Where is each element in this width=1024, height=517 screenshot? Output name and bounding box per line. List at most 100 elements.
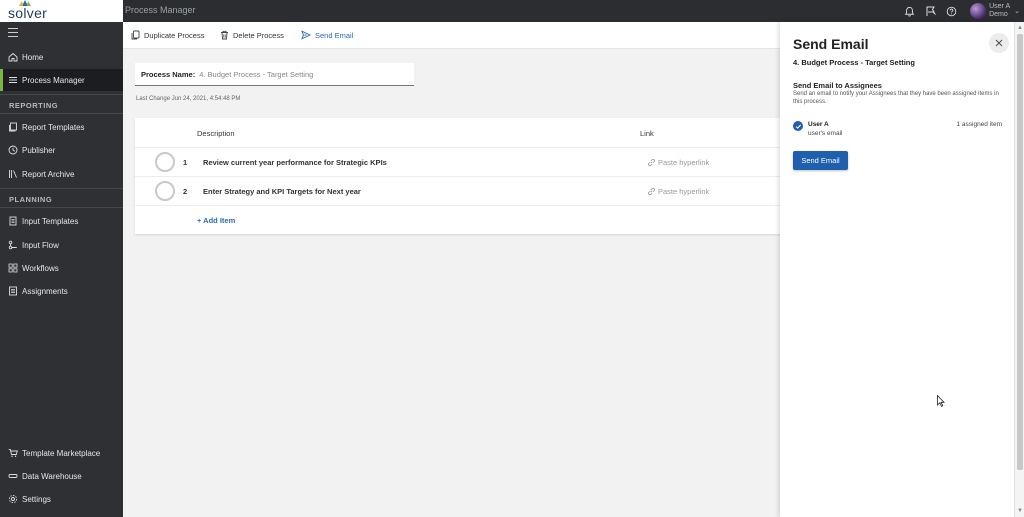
sidebar-item-template-marketplace[interactable]: Template Marketplace [0,442,123,464]
header-icons: User A Demo ⌄ [903,0,1020,22]
sidebar-item-assignments[interactable]: Assignments [0,280,123,302]
sidebar-item-label: Input Templates [22,216,79,226]
sidebar-item-input-templates[interactable]: Input Templates [0,210,123,232]
send-email-submit-button[interactable]: Send Email [793,151,848,170]
send-email-label: Send Email [315,30,354,40]
hyperlink-placeholder: Paste hyperlink [658,187,710,196]
home-icon [8,52,18,62]
assignee-name: User A [808,121,829,128]
assignee-email: user's email [808,130,843,137]
last-change-timestamp: Last Change Jun 24, 2021, 4:54:48 PM [136,96,241,102]
sidebar-item-process-manager[interactable]: Process Manager [0,69,123,91]
assigned-item-count: 1 assigned item [956,121,1002,128]
sidebar-item-label: Home [22,52,44,62]
checklist-icon [8,286,18,296]
trash-icon [221,30,228,40]
gear-icon [8,494,18,504]
sidebar-item-report-archive[interactable]: Report Archive [0,163,123,185]
section-description: Send an email to notify your Assignees t… [793,91,999,105]
link-icon [648,158,655,167]
clock-icon [8,145,18,155]
sidebar-item-home[interactable]: Home [0,46,123,68]
delete-process-label: Delete Process [233,30,284,40]
chevron-down-icon: ⌄ [1014,8,1020,15]
process-name-value[interactable]: 4. Budget Process - Target Setting [199,70,313,79]
sidebar-item-label: Workflows [22,263,59,273]
vertical-scrollbar[interactable]: ▲ ▼ [1014,22,1024,517]
avatar [970,3,987,19]
report-templates-icon [8,122,18,132]
process-items-table: Description Link 1 Review current year p… [135,118,795,234]
grid-icon [8,263,18,273]
hyperlink-placeholder: Paste hyperlink [658,158,710,167]
document-icon [8,216,18,226]
link-icon [648,187,655,196]
sidebar-item-label: Publisher [22,145,56,155]
flow-icon [8,240,18,250]
user-menu[interactable]: User A Demo ⌄ [970,3,1020,19]
scroll-up-icon[interactable]: ▲ [1017,25,1023,31]
table-row[interactable]: 1 Review current year performance for St… [135,147,795,176]
add-item-button[interactable]: + Add Item [197,216,235,225]
panel-title: Send Email [793,36,869,52]
section-title: Send Email to Assignees [793,81,882,90]
row-number: 1 [183,158,188,167]
list-sliders-icon [8,75,18,85]
sidebar: Home Process Manager REPORTING Report Te… [0,22,123,517]
send-email-button[interactable]: Send Email [301,30,353,40]
cart-icon [8,448,18,458]
panel-subtitle: 4. Budget Process - Target Setting [793,58,915,67]
checkbox-checked-icon[interactable] [793,121,803,131]
sidebar-item-label: Template Marketplace [22,448,101,458]
sidebar-item-label: Report Templates [22,122,85,132]
duplicate-process-button[interactable]: Duplicate Process [131,30,204,40]
send-icon [301,30,311,40]
process-name-field[interactable]: Process Name: 4. Budget Process - Target… [135,63,414,86]
scroll-down-icon[interactable]: ▼ [1017,508,1023,514]
status-circle-icon[interactable] [155,181,175,201]
duplicate-process-label: Duplicate Process [144,30,205,40]
sidebar-item-publisher[interactable]: Publisher [0,139,123,161]
header: Process Manager User A Demo ⌄ [123,0,1024,22]
status-circle-icon[interactable] [155,152,175,172]
scrollbar-thumb[interactable] [1017,34,1023,470]
process-name-label: Process Name: [141,69,196,79]
section-header-reporting: REPORTING [9,101,59,110]
close-button[interactable] [989,33,1009,53]
hyperlink-field[interactable]: Paste hyperlink [647,158,709,167]
send-email-panel: Send Email 4. Budget Process - Target Se… [780,22,1014,517]
top-bar: solver Process Manager User A Demo ⌄ [0,0,1024,22]
sidebar-item-label: Assignments [22,286,68,296]
row-number: 2 [183,187,188,196]
delete-process-button[interactable]: Delete Process [220,30,284,40]
brand-logo[interactable]: solver [0,0,123,22]
sidebar-item-settings[interactable]: Settings [0,488,123,510]
chat-flag-icon[interactable] [924,5,937,18]
bell-icon[interactable] [903,5,916,18]
column-header-description: Description [197,129,235,138]
row-description[interactable]: Review current year performance for Stra… [203,158,387,167]
sidebar-item-report-templates[interactable]: Report Templates [0,116,123,138]
user-info: User A Demo [989,3,1010,19]
hyperlink-field[interactable]: Paste hyperlink [647,187,709,196]
help-icon[interactable] [945,5,958,18]
table-row[interactable]: 2 Enter Strategy and KPI Targets for Nex… [135,176,795,205]
sidebar-item-label: Input Flow [22,240,59,250]
assignee-row[interactable]: User A user's email 1 assigned item [793,120,1003,140]
copy-icon [131,30,140,40]
mouse-cursor-icon [937,395,945,407]
logo-text: solver [8,5,48,21]
sidebar-item-label: Report Archive [22,169,75,179]
close-icon [995,39,1003,47]
sidebar-item-label: Settings [22,494,51,504]
add-item-row: + Add Item [135,205,795,234]
sidebar-item-input-flow[interactable]: Input Flow [0,234,123,256]
user-org: Demo [989,11,1008,18]
sidebar-item-data-warehouse[interactable]: Data Warehouse [0,465,123,487]
sidebar-item-workflows[interactable]: Workflows [0,257,123,279]
app-title: Process Manager [125,5,196,15]
sidebar-item-label: Data Warehouse [22,471,82,481]
hamburger-menu-icon[interactable] [8,28,18,37]
section-header-planning: PLANNING [9,195,53,204]
row-description[interactable]: Enter Strategy and KPI Targets for Next … [203,187,361,196]
